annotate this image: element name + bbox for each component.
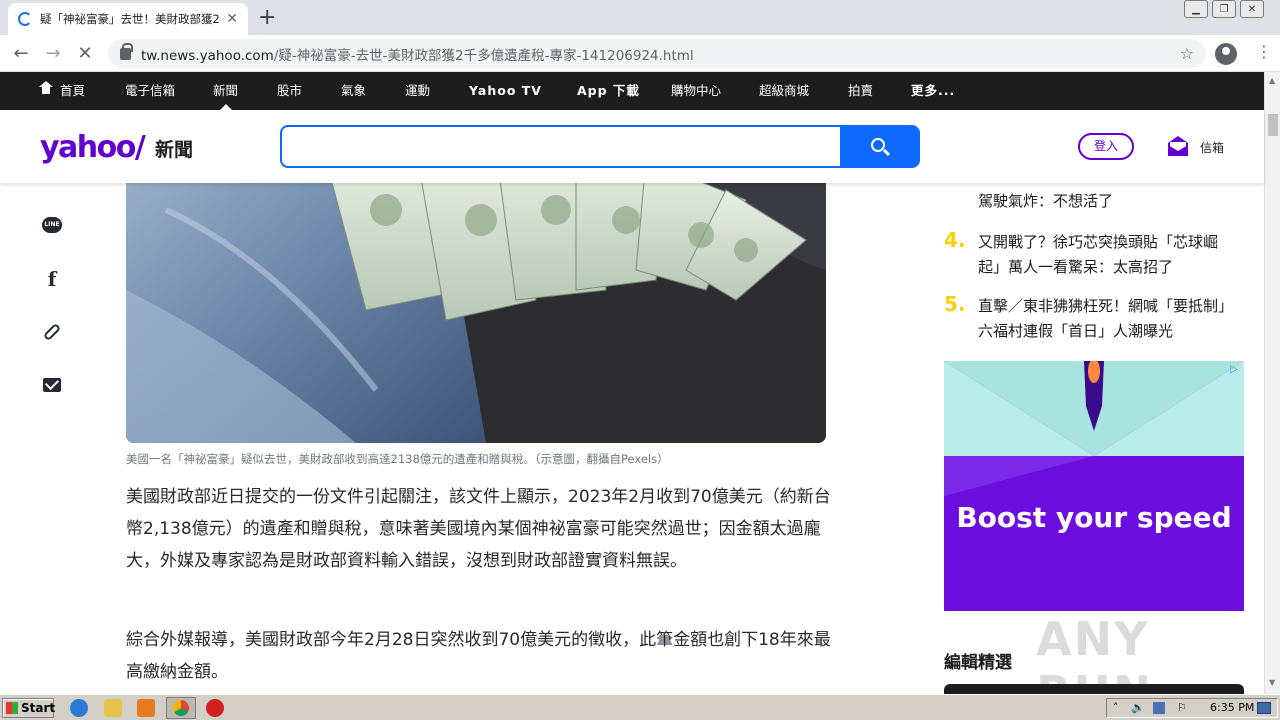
money-photo-illustration (126, 150, 826, 443)
nav-item-news[interactable]: 新聞 (213, 72, 238, 110)
nav-item-mall[interactable]: 超級商城 (759, 72, 809, 110)
link-icon (42, 322, 62, 342)
trending-rank: 5. (944, 292, 966, 316)
bookmark-star-icon[interactable]: ☆ (1180, 44, 1194, 63)
facebook-icon: f (47, 267, 57, 291)
search-input[interactable] (280, 125, 841, 168)
nav-item-shopping[interactable]: 購物中心 (671, 72, 721, 110)
browser-tab[interactable]: 疑「神祕富豪」去世！美財政部獲2千 ✕ (8, 3, 248, 35)
lock-icon[interactable] (120, 42, 133, 60)
home-icon (39, 81, 53, 96)
share-facebook-button[interactable]: f (42, 267, 62, 291)
share-line-button[interactable]: LINE (42, 215, 62, 235)
new-tab-icon[interactable]: + (258, 5, 276, 30)
mail-envelope-icon[interactable] (1166, 134, 1190, 158)
tab-title: 疑「神祕富豪」去世！美財政部獲2千 (40, 12, 220, 26)
ie-icon[interactable] (70, 699, 88, 717)
yahoo-header: yahoo/ 新聞 登入 信箱 (0, 110, 1264, 183)
address-bar[interactable]: tw.news.yahoo.com/疑-神祕富豪-去世-美財政部獲2千多億遺產稅… (108, 39, 1206, 68)
article-paragraph: 綜合外媒報導，美國財政部今年2月28日突然收到70億美元的徵收，此筆金額也創下1… (126, 630, 831, 682)
tab-close-icon[interactable]: ✕ (226, 11, 238, 27)
nav-item-auction[interactable]: 拍賣 (848, 72, 873, 110)
alert-app-icon[interactable] (206, 699, 224, 717)
editor-picks-card[interactable] (944, 684, 1244, 694)
mail-label[interactable]: 信箱 (1200, 139, 1224, 156)
browser-tabstrip: 疑「神祕富豪」去世！美財政部獲2千 ✕ + ▁ ❐ ✕ (0, 0, 1280, 35)
loading-spinner-icon (18, 12, 32, 26)
trending-item[interactable]: 直擊／東非狒狒枉死！網喊「要抵制」六福村連假「首日」人潮曝光 (978, 294, 1238, 344)
explorer-folder-icon[interactable] (104, 699, 122, 717)
start-button[interactable]: Start (2, 698, 55, 718)
ad-graphic (944, 361, 1244, 611)
search-icon (871, 138, 885, 152)
section-title: 編輯精選 (944, 653, 1012, 673)
network-icon[interactable] (1153, 702, 1165, 714)
browser-menu-icon[interactable]: ⋮ (1256, 42, 1272, 61)
search-button[interactable] (840, 125, 920, 168)
taskbar-clock[interactable]: 6:35 PM (1210, 701, 1254, 714)
article-hero-image (126, 150, 826, 443)
scroll-thumb[interactable] (1268, 114, 1278, 136)
minimize-icon[interactable]: ▁ (1184, 0, 1208, 18)
trending-item[interactable]: 又開戰了？徐巧芯突換頭貼「芯球崛起」萬人一看驚呆：太高招了 (978, 230, 1238, 280)
nav-item-home[interactable]: 首頁 (39, 72, 85, 110)
nav-item-mail[interactable]: 電子信箱 (125, 72, 175, 110)
image-caption: 美國一名「神祕富豪」疑似去世，美財政部收到高達2138億元的遺產和贈與稅。（示意… (126, 452, 669, 466)
nav-item-stocks[interactable]: 股市 (277, 72, 302, 110)
page-scrollbar[interactable]: ▲ ▼ (1264, 72, 1280, 694)
article-paragraph: 美國財政部近日提交的一份文件引起關注，該文件上顯示，2023年2月收到70億美元… (126, 487, 831, 571)
volume-icon[interactable]: 🔈 (1131, 701, 1145, 714)
nav-item-more[interactable]: 更多... (911, 72, 955, 110)
adchoices-icon[interactable]: ▷ (1230, 364, 1238, 375)
email-icon (43, 378, 61, 392)
ad-headline: Boost your speed (956, 501, 1232, 534)
chrome-taskbar-button[interactable] (166, 697, 196, 719)
yahoo-top-nav: 首頁 電子信箱 新聞 股市 氣象 運動 Yahoo TV App 下載 購物中心… (0, 72, 1264, 110)
show-desktop-icon[interactable] (1257, 702, 1271, 714)
trending-item-partial[interactable]: 駕駛氣炸：不想活了 (978, 189, 1238, 214)
forward-icon[interactable]: → (42, 43, 64, 64)
nav-item-yahoo-tv[interactable]: Yahoo TV (469, 72, 542, 110)
scroll-down-icon[interactable]: ▼ (1269, 678, 1275, 687)
stop-loading-icon[interactable]: ✕ (74, 43, 96, 64)
advertisement[interactable]: ▷ Boost your speed (944, 361, 1244, 611)
restore-icon[interactable]: ❐ (1212, 0, 1236, 18)
login-button[interactable]: 登入 (1078, 133, 1134, 160)
nav-item-weather[interactable]: 氣象 (341, 72, 366, 110)
url-text[interactable]: tw.news.yahoo.com/疑-神祕富豪-去世-美財政部獲2千多億遺產稅… (141, 44, 694, 64)
yahoo-logo[interactable]: yahoo/ (40, 130, 146, 165)
close-window-icon[interactable]: ✕ (1240, 0, 1264, 18)
media-player-icon[interactable] (137, 699, 155, 717)
profile-avatar-icon[interactable] (1215, 43, 1237, 65)
tray-expand-icon[interactable]: ˄ (1113, 701, 1119, 714)
scroll-up-icon[interactable]: ▲ (1269, 76, 1275, 85)
window-controls: ▁ ❐ ✕ (1184, 0, 1264, 18)
windows-taskbar: Start ˄ 🔈 ⚐ 6:35 PM (0, 694, 1280, 720)
share-email-button[interactable] (42, 375, 62, 395)
copy-link-button[interactable] (42, 322, 62, 342)
line-icon: LINE (42, 217, 62, 233)
flag-icon[interactable]: ⚐ (1177, 701, 1187, 714)
section-logo-text[interactable]: 新聞 (155, 135, 193, 162)
nav-item-app-download[interactable]: App 下載 (577, 72, 640, 110)
nav-item-sports[interactable]: 運動 (405, 72, 430, 110)
back-icon[interactable]: ← (10, 43, 32, 64)
browser-toolbar: ← → ✕ tw.news.yahoo.com/疑-神祕富豪-去世-美財政部獲2… (0, 35, 1280, 72)
trending-rank: 4. (944, 228, 966, 252)
chrome-icon (173, 700, 189, 716)
